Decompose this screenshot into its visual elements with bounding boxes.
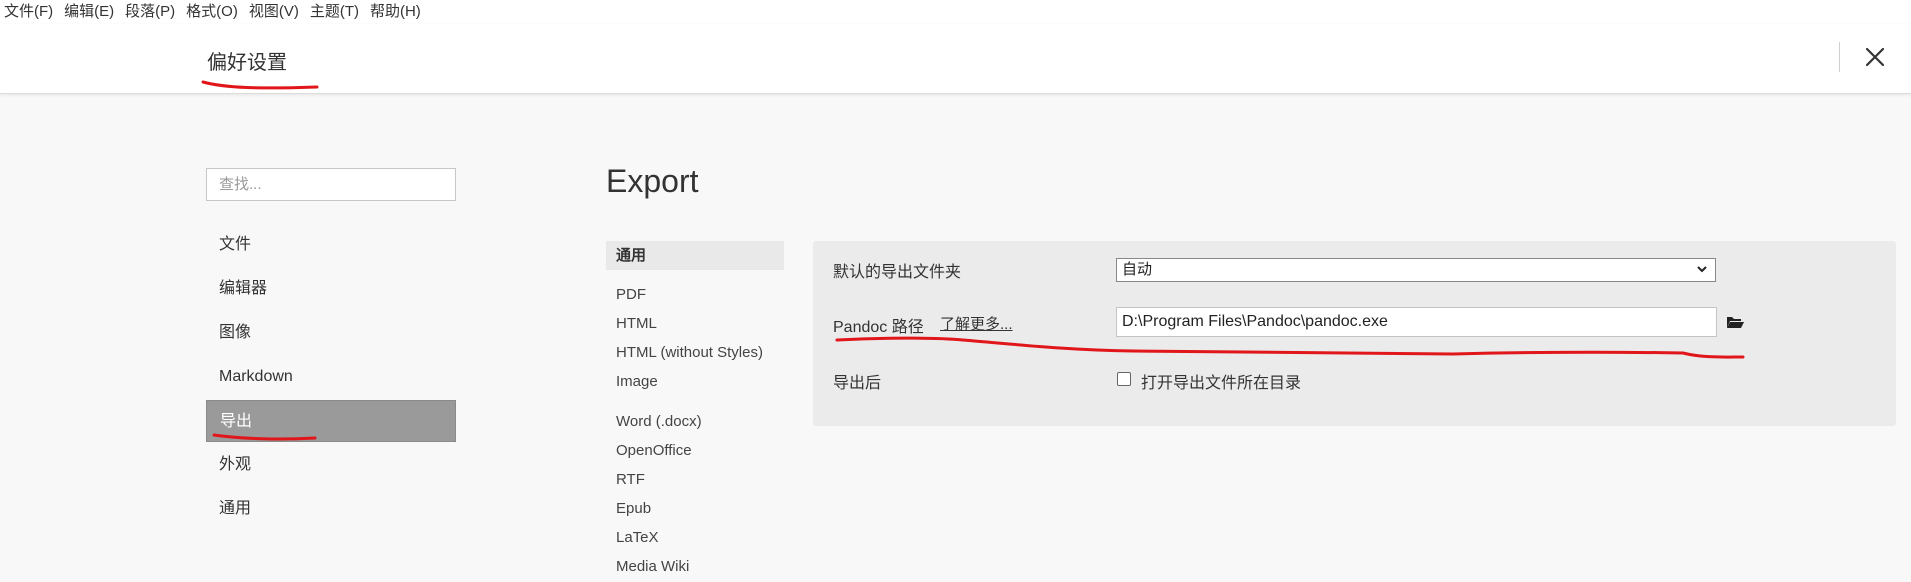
chevron-down-icon xyxy=(1697,266,1707,273)
open-folder-label: 打开导出文件所在目录 xyxy=(1141,375,1302,392)
subnav-item-openoffice[interactable]: OpenOffice xyxy=(606,436,784,465)
menu-paragraph[interactable]: 段落(P) xyxy=(122,0,183,24)
subnav-item-pdf[interactable]: PDF xyxy=(606,280,784,309)
folder-open-icon[interactable] xyxy=(1726,314,1744,330)
sidebar-item-editor[interactable]: 编辑器 xyxy=(206,268,456,310)
sidebar-item-label: 文件 xyxy=(219,236,252,253)
subnav-item-mediawiki[interactable]: Media Wiki xyxy=(606,552,784,581)
page-title: 偏好设置 xyxy=(207,52,287,74)
default-folder-select[interactable]: 自动 xyxy=(1116,258,1716,282)
subnav-item-image[interactable]: Image xyxy=(606,367,784,396)
sidebar-item-file[interactable]: 文件 xyxy=(206,224,456,266)
pandoc-path-input[interactable]: D:\Program Files\Pandoc\pandoc.exe xyxy=(1116,307,1717,337)
sidebar-item-label: 导出 xyxy=(220,413,253,430)
subnav-spacer xyxy=(606,396,784,407)
preferences-header: 偏好设置 xyxy=(0,24,1911,94)
header-divider xyxy=(1839,42,1840,72)
subnav-item-rtf[interactable]: RTF xyxy=(606,465,784,494)
sidebar-item-label: 外观 xyxy=(219,456,252,473)
sidebar-nav: 文件 编辑器 图像 Markdown 导出 外观 通用 xyxy=(206,224,456,532)
menu-theme[interactable]: 主题(T) xyxy=(307,0,367,24)
sidebar-item-label: 通用 xyxy=(219,500,252,517)
annotation-underline xyxy=(212,433,317,441)
default-folder-label: 默认的导出文件夹 xyxy=(833,264,962,281)
sidebar-item-label: Markdown xyxy=(219,368,293,385)
menu-view[interactable]: 视图(V) xyxy=(246,0,307,24)
sidebar-item-label: 图像 xyxy=(219,324,252,341)
menu-bar: 文件(F) 编辑(E) 段落(P) 格式(O) 视图(V) 主题(T) 帮助(H… xyxy=(0,0,1911,24)
close-icon xyxy=(1865,47,1885,67)
learn-more-link[interactable]: 了解更多... xyxy=(940,313,1013,334)
sidebar-item-export[interactable]: 导出 xyxy=(206,400,456,442)
default-folder-value: 自动 xyxy=(1122,261,1153,278)
annotation-underline xyxy=(835,336,1745,359)
sidebar-item-appearance[interactable]: 外观 xyxy=(206,444,456,486)
subnav-item-html-no-styles[interactable]: HTML (without Styles) xyxy=(606,338,784,367)
menu-format[interactable]: 格式(O) xyxy=(183,0,246,24)
export-subnav: 通用 PDF HTML HTML (without Styles) Image … xyxy=(606,241,784,581)
menu-file[interactable]: 文件(F) xyxy=(0,0,61,24)
search-input[interactable] xyxy=(206,168,456,201)
sidebar-item-image[interactable]: 图像 xyxy=(206,312,456,354)
after-export-label: 导出后 xyxy=(833,375,882,392)
sidebar-item-markdown[interactable]: Markdown xyxy=(206,356,456,398)
section-title: Export xyxy=(606,163,699,199)
close-button[interactable] xyxy=(1860,42,1890,72)
subnav-item-word[interactable]: Word (.docx) xyxy=(606,407,784,436)
subnav-item-general[interactable]: 通用 xyxy=(606,241,784,270)
sidebar-item-label: 编辑器 xyxy=(219,280,268,297)
sidebar-item-general[interactable]: 通用 xyxy=(206,488,456,530)
subnav-item-latex[interactable]: LaTeX xyxy=(606,523,784,552)
annotation-underline xyxy=(201,80,319,90)
subnav-item-epub[interactable]: Epub xyxy=(606,494,784,523)
subnav-item-html[interactable]: HTML xyxy=(606,309,784,338)
menu-edit[interactable]: 编辑(E) xyxy=(61,0,122,24)
menu-help[interactable]: 帮助(H) xyxy=(367,0,429,24)
open-folder-checkbox[interactable] xyxy=(1117,372,1131,386)
